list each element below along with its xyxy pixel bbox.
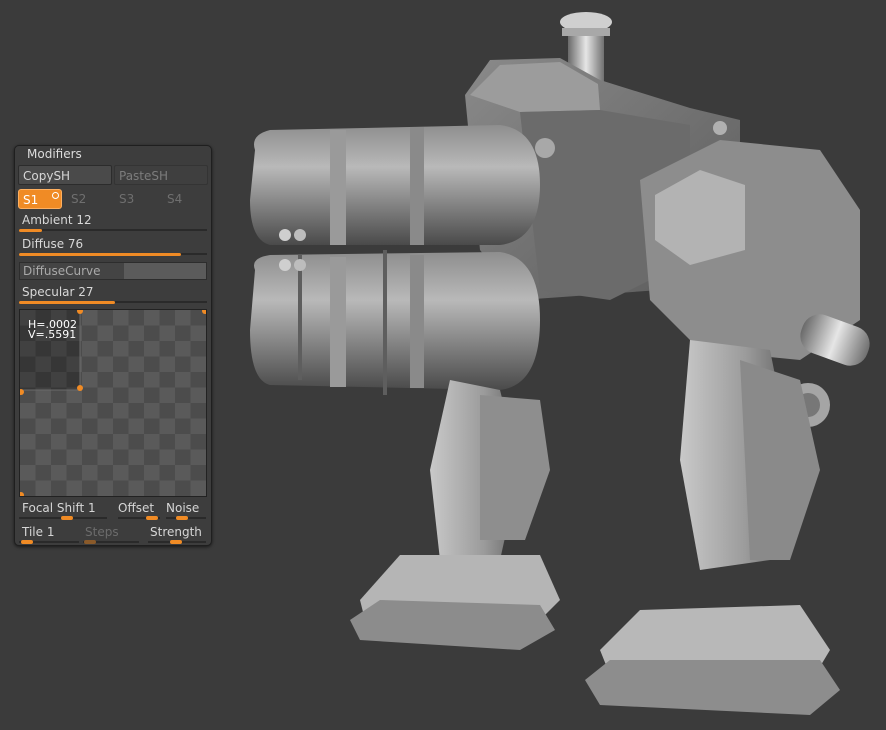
panel-title[interactable]: Modifiers	[27, 147, 82, 161]
strength-track[interactable]	[148, 540, 206, 544]
diffuse-curve-button[interactable]: DiffuseCurve	[19, 262, 207, 280]
slot-s1[interactable]: S1	[18, 189, 62, 209]
curve-v-readout: V=.5591	[28, 328, 77, 341]
strength-knob[interactable]	[170, 540, 182, 544]
focal-shift-value: 1	[88, 501, 96, 515]
steps-knob[interactable]	[84, 540, 96, 544]
tile-knob[interactable]	[21, 540, 33, 544]
tile-label: Tile	[22, 525, 44, 539]
ambient-value: 12	[76, 213, 92, 227]
ambient-label: Ambient	[22, 213, 73, 227]
slot-s2[interactable]: S2	[67, 189, 111, 209]
diffuse-value: 76	[67, 237, 84, 251]
diffuse-track[interactable]	[19, 253, 207, 256]
ambient-track[interactable]	[19, 229, 207, 232]
curve-editor[interactable]: H=.0002 V=.5591	[19, 309, 207, 497]
slot-s1-label: S1	[23, 193, 39, 207]
focal-shift-slider[interactable]: Focal Shift 1	[22, 501, 96, 515]
slot-s4[interactable]: S4	[163, 189, 207, 209]
tile-slider[interactable]: Tile 1	[22, 525, 54, 539]
copysh-button[interactable]: CopySH	[18, 165, 112, 185]
noise-button[interactable]: Noise	[166, 501, 199, 515]
specular-label: Specular	[22, 285, 75, 299]
focal-shift-track[interactable]	[19, 516, 107, 520]
diffuse-curve-label: DiffuseCurve	[23, 264, 101, 278]
noise-track[interactable]	[166, 516, 206, 520]
steps-track[interactable]	[83, 540, 139, 544]
specular-value: 27	[78, 285, 94, 299]
steps-button[interactable]: Steps	[85, 525, 119, 539]
tile-value: 1	[46, 525, 55, 539]
active-slot-indicator-icon	[52, 192, 59, 199]
modifiers-panel: Modifiers CopySH PasteSH S1 S2 S3 S4 Amb…	[14, 145, 212, 546]
diffuse-label: Diffuse	[22, 237, 65, 251]
slot-s3[interactable]: S3	[115, 189, 159, 209]
focal-shift-label: Focal Shift	[22, 501, 85, 515]
offset-button[interactable]: Offset	[118, 501, 154, 515]
strength-button[interactable]: Strength	[150, 525, 202, 539]
mech-model	[250, 12, 870, 715]
curve-point-mid[interactable]	[77, 385, 83, 391]
specular-track[interactable]	[19, 301, 207, 304]
offset-track[interactable]	[118, 516, 160, 520]
noise-knob[interactable]	[176, 516, 188, 520]
ambient-slider[interactable]: Ambient 12	[22, 213, 92, 227]
offset-knob[interactable]	[146, 516, 158, 520]
focal-shift-knob[interactable]	[61, 516, 73, 520]
ambient-fill	[19, 229, 42, 232]
specular-slider[interactable]: Specular 27	[22, 285, 94, 299]
tile-track[interactable]	[19, 540, 79, 544]
diffuse-slider[interactable]: Diffuse 76	[22, 237, 83, 251]
diffuse-fill	[19, 253, 181, 256]
pastesh-button[interactable]: PasteSH	[114, 165, 208, 185]
specular-fill	[19, 301, 115, 304]
